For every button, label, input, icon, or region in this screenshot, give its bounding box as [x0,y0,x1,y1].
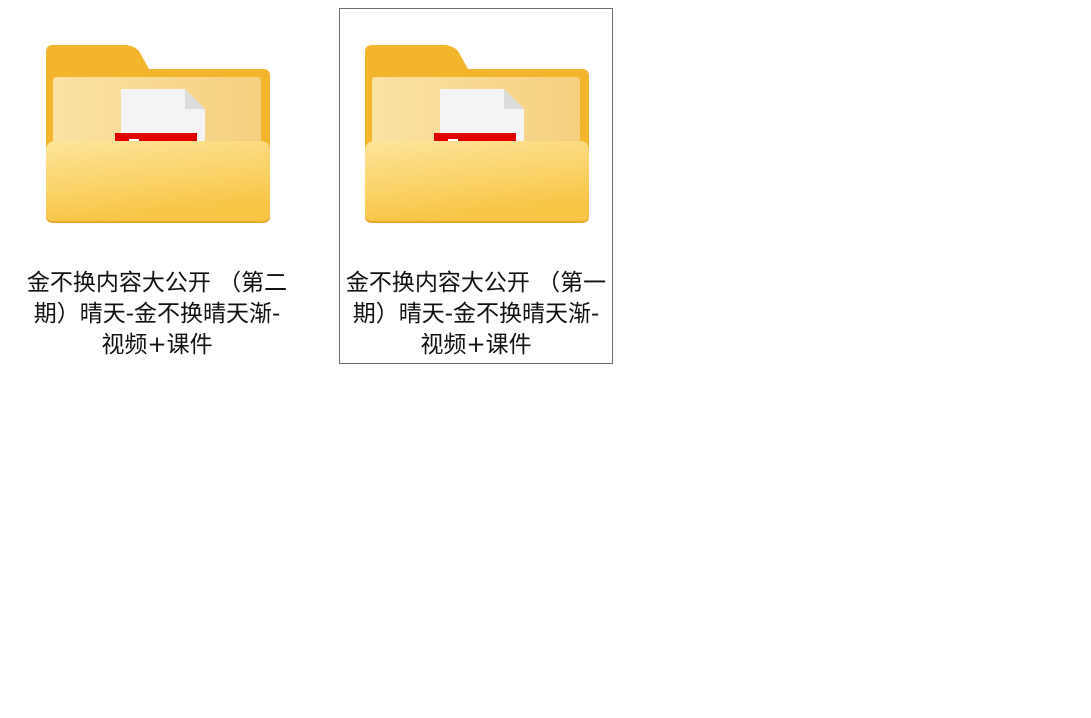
file-explorer-view: 金不换内容大公开 （第二期）晴天-金不换晴天渐-视频+课件 金不换内容大公开 （… [0,0,1091,718]
folder-icon [364,43,590,223]
folder-item-selected[interactable]: 金不换内容大公开 （第一期）晴天-金不换晴天渐-视频+课件 [339,8,613,364]
folder-name: 金不换内容大公开 （第一期）晴天-金不换晴天渐-视频+课件 [345,270,607,358]
folder-item[interactable]: 金不换内容大公开 （第二期）晴天-金不换晴天渐-视频+课件 [20,8,294,364]
folder-icon [45,43,271,223]
folder-name: 金不换内容大公开 （第二期）晴天-金不换晴天渐-视频+课件 [26,270,288,358]
